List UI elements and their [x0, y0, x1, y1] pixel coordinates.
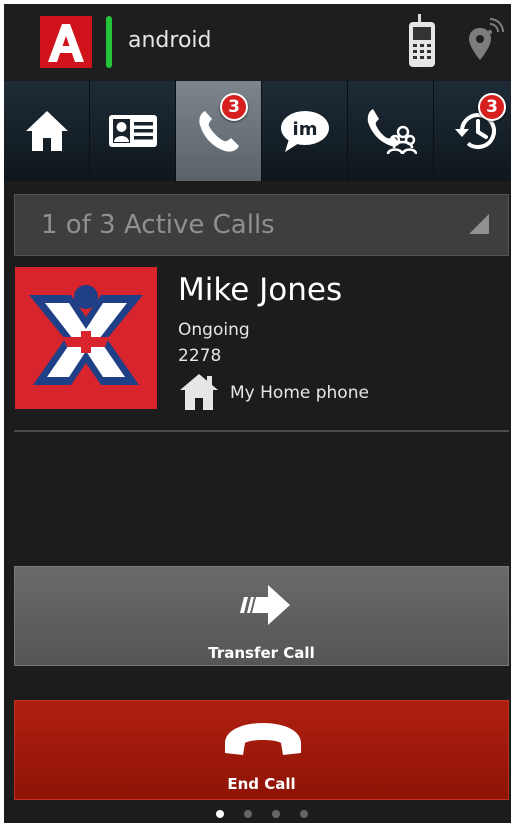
end-call-button[interactable]: End Call	[14, 700, 509, 800]
hang-up-icon	[225, 723, 301, 755]
page-indicator	[214, 808, 314, 820]
history-badge: 3	[478, 93, 506, 121]
page-dot-3[interactable]	[272, 810, 280, 818]
presence-indicator	[106, 16, 112, 68]
toolbar-conference-button[interactable]	[348, 81, 434, 181]
calls-badge: 3	[220, 93, 248, 121]
toolbar-history-button[interactable]: 3	[434, 81, 511, 181]
phone-type-label: My Home phone	[230, 383, 369, 403]
page-dot-2[interactable]	[244, 810, 252, 818]
home-icon	[180, 374, 218, 410]
caller-avatar	[15, 267, 157, 409]
status-bar: android	[4, 4, 511, 79]
active-calls-label: 1 of 3 Active Calls	[41, 210, 275, 240]
contact-card-icon	[108, 115, 157, 147]
mobile-phone-icon[interactable]	[408, 14, 436, 72]
page-dot-4[interactable]	[300, 810, 308, 818]
navigation-toolbar: 3 im 3	[4, 81, 511, 181]
svg-text:im: im	[292, 119, 317, 140]
app-name: android	[128, 28, 212, 53]
caller-name: Mike Jones	[178, 272, 343, 308]
active-calls-dropdown[interactable]: 1 of 3 Active Calls	[14, 194, 509, 256]
dropdown-corner-arrow-icon	[469, 214, 489, 234]
call-number: 2278	[178, 346, 222, 366]
divider	[14, 430, 509, 432]
location-signal-icon[interactable]	[468, 18, 504, 68]
toolbar-calls-button[interactable]: 3	[176, 81, 262, 181]
call-status: Ongoing	[178, 320, 250, 340]
transfer-call-label: Transfer Call	[208, 644, 315, 662]
toolbar-im-button[interactable]: im	[262, 81, 348, 181]
toolbar-contacts-button[interactable]	[90, 81, 176, 181]
transfer-call-button[interactable]: Transfer Call	[14, 566, 509, 666]
toolbar-home-button[interactable]	[4, 81, 90, 181]
im-chat-icon: im	[280, 111, 329, 152]
home-icon	[25, 111, 68, 151]
end-call-label: End Call	[227, 775, 296, 793]
page-dot-1[interactable]	[216, 810, 224, 818]
conference-call-icon	[367, 109, 417, 155]
phone-screen: android 3 im 3 1 of 3 Active Calls Mike …	[4, 4, 511, 823]
app-logo-icon	[40, 16, 92, 68]
transfer-arrow-icon	[240, 585, 290, 625]
